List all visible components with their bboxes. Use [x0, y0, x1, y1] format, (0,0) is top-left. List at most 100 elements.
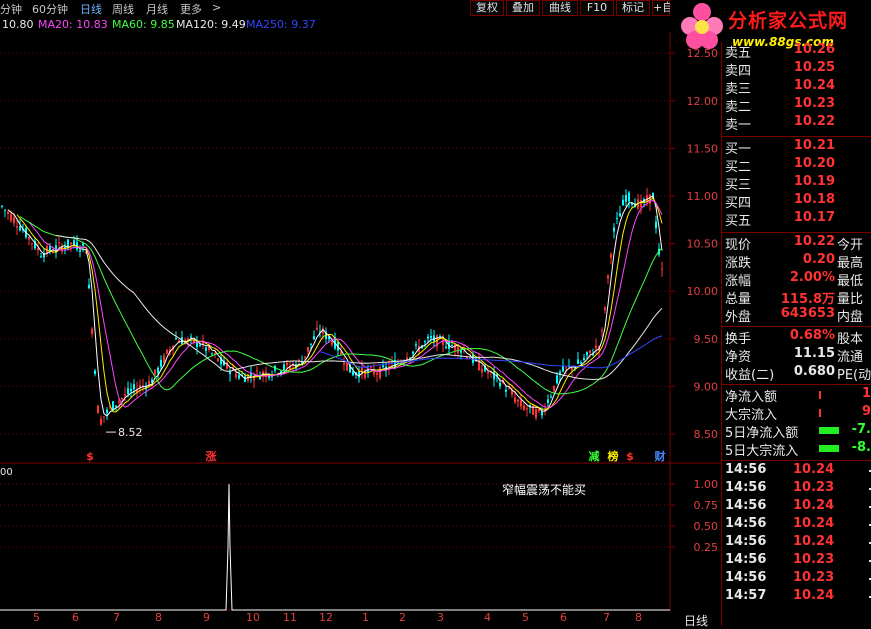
- candle-body: [460, 350, 462, 353]
- price-tick-label: 9.00: [694, 380, 719, 393]
- x-tick-label: 4: [484, 611, 491, 624]
- candle-body: [19, 226, 21, 231]
- indicator-chart: 1.00 0.75 0.50 0.25 00 窄幅震荡不能买: [0, 464, 719, 611]
- candle-body: [358, 371, 360, 378]
- candle-body: [253, 378, 255, 381]
- stat-row: 换手 0.68% 股本: [725, 328, 871, 347]
- stat-row: 净资 11.15 流通: [725, 346, 871, 365]
- row-label: 现价: [725, 238, 752, 253]
- bid-row: 买一 10.21: [725, 138, 871, 157]
- row-value: 11.15: [793, 346, 835, 361]
- row-value: 2.00%: [789, 270, 835, 285]
- daily-tab-bottom[interactable]: 日线: [684, 612, 708, 629]
- candle-body: [7, 211, 9, 214]
- candle-body: [205, 347, 207, 351]
- mark-button[interactable]: 标记: [616, 0, 650, 16]
- candle-body: [379, 366, 381, 378]
- indicator-tick-label: 0.50: [694, 520, 719, 533]
- candle-body: [382, 365, 384, 368]
- x-tick-label: 6: [560, 611, 567, 624]
- flow-bar: [819, 409, 821, 417]
- candle-body: [166, 349, 168, 354]
- row-value: 10.24: [793, 588, 835, 603]
- row-label: 14:56: [725, 552, 767, 567]
- candle-body: [100, 418, 102, 425]
- candle-body: [511, 390, 513, 395]
- stat-row: 涨跌 0.20 最高: [725, 252, 871, 271]
- price-tick-label: 12.50: [687, 47, 719, 60]
- tab-60min[interactable]: 60分钟: [32, 1, 68, 17]
- overlay-button[interactable]: 叠加: [506, 0, 540, 16]
- flow-row: 5日大宗流入 -8.: [725, 440, 871, 459]
- candle-body: [370, 366, 372, 368]
- candle-body: [49, 246, 51, 251]
- candle-body: [10, 214, 12, 221]
- row-label: 卖一: [725, 118, 752, 133]
- candle-body: [133, 384, 135, 390]
- candle-body: [595, 345, 597, 349]
- row-label: 5日大宗流入: [725, 444, 799, 459]
- candle-body: [535, 409, 537, 419]
- price-tick-label: 9.50: [694, 333, 719, 346]
- tab-monthly[interactable]: 月线: [146, 1, 168, 17]
- ma10-line: [16, 197, 663, 413]
- candle-body: [16, 226, 18, 228]
- more-arrow-icon[interactable]: >: [212, 1, 221, 14]
- candle-body: [556, 375, 558, 384]
- stat-row: 涨幅 2.00% 最低: [725, 270, 871, 289]
- row-value: 10.17: [793, 210, 835, 225]
- candle-body: [331, 341, 333, 345]
- candle-body: [514, 397, 516, 402]
- row-label: 买五: [725, 214, 752, 229]
- candle-body: [640, 200, 642, 208]
- fuquan-button[interactable]: 复权: [470, 0, 504, 16]
- row-value: 10.18: [793, 192, 835, 207]
- row-value: 0.68%: [789, 328, 835, 343]
- flow-bar: [819, 391, 821, 399]
- candle-body: [433, 335, 435, 341]
- candle-body: [427, 336, 429, 339]
- row-label: 涨跌: [725, 256, 752, 271]
- candle-body: [286, 362, 288, 366]
- tab-weekly[interactable]: 周线: [112, 1, 134, 17]
- candle-body: [481, 368, 483, 373]
- divider: [722, 136, 871, 137]
- candle-body: [97, 405, 99, 414]
- candle-body: [238, 375, 240, 379]
- tab-daily[interactable]: 日线: [80, 1, 102, 17]
- curve-button[interactable]: 曲线: [542, 0, 578, 16]
- f10-button[interactable]: F10: [580, 0, 614, 16]
- candle-body: [625, 195, 627, 202]
- candle-body: [616, 217, 618, 219]
- low-price-label: 8.52: [118, 426, 143, 439]
- candle-body: [565, 367, 567, 369]
- tick-row: 14:57 10.24: [725, 588, 871, 606]
- candle-body: [79, 250, 81, 252]
- candle-body: [346, 362, 348, 371]
- ask-row: 卖三 10.24: [725, 78, 871, 97]
- candle-body: [58, 242, 60, 244]
- row-label-2: 流通: [837, 350, 864, 365]
- add-button[interactable]: +自: [652, 0, 673, 16]
- x-tick-label: 10: [246, 611, 260, 624]
- row-value: 10.23: [793, 480, 835, 495]
- x-tick-label: 8: [155, 611, 162, 624]
- candle-body: [118, 401, 120, 403]
- candle-body: [4, 209, 6, 211]
- row-label: 14:56: [725, 498, 767, 513]
- tab-more[interactable]: 更多: [180, 1, 202, 17]
- row-label: 卖三: [725, 82, 752, 97]
- candle-body: [610, 254, 612, 258]
- row-value: 10.23: [793, 570, 835, 585]
- candle-body: [91, 328, 93, 334]
- candle-body: [601, 330, 603, 332]
- row-label: 净资: [725, 350, 752, 365]
- candle-body: [73, 240, 75, 246]
- candle-body: [415, 344, 417, 346]
- row-label-2: PE(动: [837, 368, 871, 383]
- row-value: 643653: [780, 306, 835, 321]
- ask-row: 卖一 10.22: [725, 114, 871, 133]
- flow-row: 净流入额 1: [725, 386, 871, 405]
- tab-minute[interactable]: 分钟: [0, 1, 22, 17]
- flow-bar: [819, 427, 839, 434]
